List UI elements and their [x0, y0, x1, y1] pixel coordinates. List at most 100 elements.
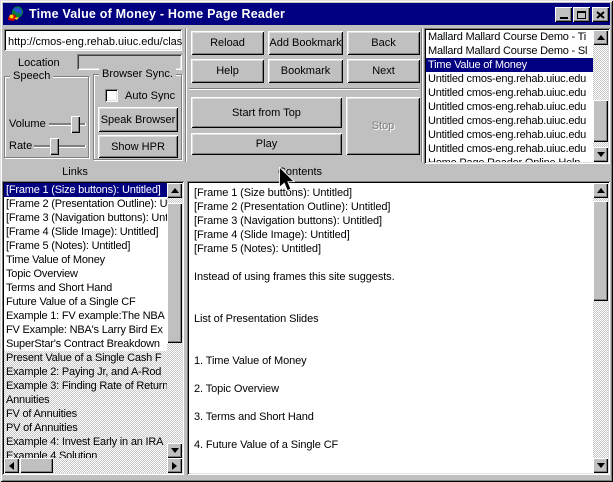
list-item[interactable]: Mallard Mallard Course Demo - Sl	[426, 44, 593, 58]
scroll-right-button[interactable]	[167, 458, 182, 473]
scroll-thumb[interactable]	[593, 201, 608, 301]
divider	[189, 88, 419, 90]
list-item[interactable]: PV of Annuities	[4, 421, 167, 435]
scroll-track[interactable]	[167, 198, 182, 443]
volume-slider-track	[49, 123, 86, 126]
list-item[interactable]: Home Page Reader Online Help	[426, 156, 593, 162]
next-button[interactable]: Next	[347, 59, 420, 83]
scroll-up-button[interactable]	[167, 183, 182, 198]
list-item[interactable]: Untitled cmos-eng.rehab.uiuc.edu	[426, 128, 593, 142]
contents-panel: [Frame 1 (Size buttons): Untitled][Frame…	[187, 181, 610, 475]
minimize-button[interactable]	[555, 7, 572, 22]
content-line: 2. Topic Overview	[194, 382, 573, 396]
list-item[interactable]: Untitled cmos-eng.rehab.uiuc.edu	[426, 142, 593, 156]
scroll-track[interactable]	[593, 198, 608, 458]
reload-button[interactable]: Reload	[191, 31, 264, 55]
play-button[interactable]: Play	[191, 133, 342, 155]
list-item[interactable]: Example 3: Finding Rate of Return	[4, 379, 167, 393]
list-item[interactable]: [Frame 5 (Notes): Untitled]	[4, 239, 167, 253]
close-icon	[596, 11, 605, 19]
content-line	[194, 340, 573, 354]
list-item[interactable]: [Frame 2 (Presentation Outline): Untitle…	[4, 197, 167, 211]
contents-scrollbar[interactable]	[593, 183, 608, 473]
list-item[interactable]: Example 4 Solution	[4, 449, 167, 458]
scroll-down-button[interactable]	[593, 147, 608, 162]
content-line: [Frame 3 (Navigation buttons): Untitled]	[194, 214, 573, 228]
app-window: Time Value of Money - Home Page Reader L…	[0, 0, 613, 482]
location-label: Location	[18, 57, 60, 69]
list-item[interactable]: Present Value of a Single Cash F	[4, 351, 167, 365]
scroll-up-button[interactable]	[593, 183, 608, 198]
rate-slider-thumb[interactable]	[50, 138, 59, 155]
list-item[interactable]: Untitled cmos-eng.rehab.uiuc.edu	[426, 86, 593, 100]
content-line	[194, 396, 573, 410]
scroll-up-button[interactable]	[593, 30, 608, 45]
list-item[interactable]: FV of Annuities	[4, 407, 167, 421]
back-button[interactable]: Back	[347, 31, 420, 55]
arrow-down-icon	[597, 463, 605, 468]
list-item[interactable]: [Frame 3 (Navigation buttons): Untitled]	[4, 211, 167, 225]
close-button[interactable]	[592, 7, 609, 22]
list-item[interactable]: Annuities	[4, 393, 167, 407]
list-item[interactable]: Example 2: Paying Jr, and A-Rod	[4, 365, 167, 379]
maximize-button[interactable]	[573, 7, 590, 22]
add-bookmark-button[interactable]: Add Bookmark	[268, 31, 343, 55]
scroll-down-button[interactable]	[593, 458, 608, 473]
arrow-up-icon	[597, 35, 605, 40]
titlebar[interactable]: Time Value of Money - Home Page Reader	[3, 3, 610, 25]
scroll-left-button[interactable]	[4, 458, 19, 473]
history-scrollbar[interactable]	[593, 30, 608, 162]
contents-text-area[interactable]: [Frame 1 (Size buttons): Untitled][Frame…	[189, 183, 593, 473]
content-line: 4. Future Value of a Single CF	[194, 438, 573, 452]
links-horizontal-scrollbar[interactable]	[4, 458, 182, 473]
list-item[interactable]: Terms and Short Hand	[4, 281, 167, 295]
list-item[interactable]: Untitled cmos-eng.rehab.uiuc.edu	[426, 72, 593, 86]
arrow-up-icon	[171, 188, 179, 193]
list-item[interactable]: SuperStar's Contract Breakdown	[4, 337, 167, 351]
list-item[interactable]: FV Example: NBA's Larry Bird Ex	[4, 323, 167, 337]
scroll-track[interactable]	[593, 45, 608, 147]
scroll-thumb[interactable]	[20, 458, 53, 473]
auto-sync-label: Auto Sync	[125, 90, 175, 102]
help-button[interactable]: Help	[191, 59, 264, 83]
list-item[interactable]: [Frame 1 (Size buttons): Untitled]	[4, 183, 167, 197]
volume-slider-thumb[interactable]	[71, 116, 80, 133]
bookmark-button[interactable]: Bookmark	[268, 59, 343, 83]
history-listbox: Mallard Mallard Course Demo - TiMallard …	[424, 28, 610, 164]
links-list: [Frame 1 (Size buttons): Untitled][Frame…	[4, 183, 167, 458]
scroll-track[interactable]	[19, 458, 167, 473]
minimize-icon	[560, 17, 568, 19]
list-item[interactable]: Time Value of Money	[426, 58, 593, 72]
scroll-thumb[interactable]	[593, 100, 608, 142]
content-line: 1. Time Value of Money	[194, 354, 573, 368]
list-item[interactable]: Untitled cmos-eng.rehab.uiuc.edu	[426, 114, 593, 128]
history-list: Mallard Mallard Course Demo - TiMallard …	[426, 30, 593, 162]
list-item[interactable]: Mallard Mallard Course Demo - Ti	[426, 30, 593, 44]
content-line	[194, 256, 573, 270]
scroll-down-button[interactable]	[167, 443, 182, 458]
content-line: Instead of using frames this site sugges…	[194, 270, 573, 284]
list-item[interactable]: [Frame 4 (Slide Image): Untitled]	[4, 225, 167, 239]
list-item[interactable]: Time Value of Money	[4, 253, 167, 267]
arrow-up-icon	[597, 188, 605, 193]
scroll-thumb[interactable]	[167, 203, 182, 343]
volume-label: Volume	[9, 118, 46, 130]
arrow-down-icon	[597, 152, 605, 157]
speak-browser-button[interactable]: Speak Browser	[98, 107, 178, 132]
url-input[interactable]	[4, 29, 182, 51]
show-hpr-button[interactable]: Show HPR	[98, 135, 178, 158]
window-title: Time Value of Money - Home Page Reader	[29, 7, 285, 21]
list-item[interactable]: Future Value of a Single CF	[4, 295, 167, 309]
content-line	[194, 284, 573, 298]
stop-button: Stop	[346, 97, 420, 155]
links-vertical-scrollbar[interactable]	[167, 183, 182, 458]
list-item[interactable]: Example 4: Invest Early in an IRA	[4, 435, 167, 449]
start-from-top-button[interactable]: Start from Top	[191, 97, 342, 128]
list-item[interactable]: Untitled cmos-eng.rehab.uiuc.edu	[426, 100, 593, 114]
arrow-right-icon	[172, 462, 177, 470]
speech-group: Speech Volume Rate	[4, 76, 89, 158]
rate-slider-track	[34, 145, 86, 148]
auto-sync-checkbox[interactable]	[105, 89, 118, 102]
list-item[interactable]: Topic Overview	[4, 267, 167, 281]
list-item[interactable]: Example 1: FV example:The NBA	[4, 309, 167, 323]
